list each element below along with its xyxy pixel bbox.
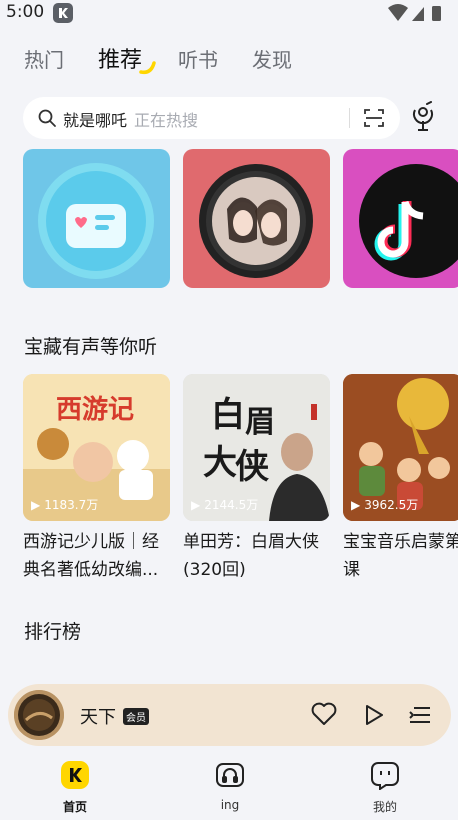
playlist-icon[interactable] xyxy=(408,703,432,731)
tiktok-card[interactable] xyxy=(343,149,458,288)
section-title-treasure: 宝藏有声等你听 xyxy=(24,336,158,358)
home-icon xyxy=(60,761,90,794)
album-title[interactable]: 西游记少儿版｜经 典名著低幼改编... xyxy=(23,528,170,584)
svg-text:侠: 侠 xyxy=(235,447,270,487)
nav-home[interactable]: 首页 xyxy=(40,760,110,815)
play-icon: ▶ xyxy=(351,497,361,512)
mini-player[interactable]: 天下 会员 xyxy=(8,684,451,746)
tab-discover[interactable]: 发现 xyxy=(252,44,292,73)
nav-label-ing: ing xyxy=(220,798,240,812)
album-title[interactable]: 宝宝音乐启蒙第课 xyxy=(343,528,458,584)
headphones-icon xyxy=(215,763,245,794)
svg-text:白: 白 xyxy=(211,395,245,435)
search-divider xyxy=(349,108,350,128)
voice-search-icon[interactable] xyxy=(410,101,436,133)
scan-icon[interactable] xyxy=(363,107,385,129)
svg-text:大: 大 xyxy=(203,443,237,483)
play-count: ▶ 1183.7万 xyxy=(31,497,99,513)
play-icon: ▶ xyxy=(191,497,201,512)
nav-ing[interactable]: ing xyxy=(195,760,265,812)
svg-text:眉: 眉 xyxy=(245,405,275,440)
status-time: 5:00 xyxy=(6,2,45,22)
search-bar[interactable]: 就是哪吒 正在热搜 xyxy=(23,97,400,139)
profile-face-icon xyxy=(370,762,400,794)
play-count: ▶ 2144.5万 xyxy=(191,497,259,513)
play-icon: ▶ xyxy=(31,497,41,512)
search-input[interactable]: 就是哪吒 xyxy=(63,107,127,131)
play-count: ▶ 3962.5万 xyxy=(351,497,419,513)
play-button-icon[interactable] xyxy=(363,703,385,731)
tab-active-indicator xyxy=(139,58,157,76)
artist-card[interactable] xyxy=(183,149,330,288)
status-icons xyxy=(386,3,446,23)
tab-recommend[interactable]: 推荐 xyxy=(98,42,142,74)
app-notification-icon xyxy=(53,3,73,23)
search-hint: 正在热搜 xyxy=(134,111,199,130)
album-cover-white-eyebrow[interactable]: 白 眉 大 侠 ▶ 2144.5万 xyxy=(183,374,330,521)
now-playing-title: 天下 xyxy=(80,707,116,728)
nav-label-home: 首页 xyxy=(62,800,87,814)
radio-card[interactable] xyxy=(23,149,170,288)
album-cover-journey-west[interactable]: 西游记 ▶ 1183.7万 xyxy=(23,374,170,521)
album-title[interactable]: 单田芳：白眉大侠 (320回) xyxy=(183,528,330,584)
album-art-disc[interactable] xyxy=(14,690,64,740)
album-cover-baby-music[interactable]: ▶ 3962.5万 xyxy=(343,374,458,521)
tab-hot[interactable]: 热门 xyxy=(24,44,64,73)
vip-badge: 会员 xyxy=(123,708,149,725)
nav-label-mine: 我的 xyxy=(372,800,397,814)
tab-audiobook[interactable]: 听书 xyxy=(178,44,218,73)
section-title-ranking: 排行榜 xyxy=(24,621,82,643)
search-icon xyxy=(37,108,57,128)
nav-mine[interactable]: 我的 xyxy=(350,760,420,815)
heart-icon[interactable] xyxy=(311,702,337,730)
svg-text:西游记: 西游记 xyxy=(56,395,134,425)
